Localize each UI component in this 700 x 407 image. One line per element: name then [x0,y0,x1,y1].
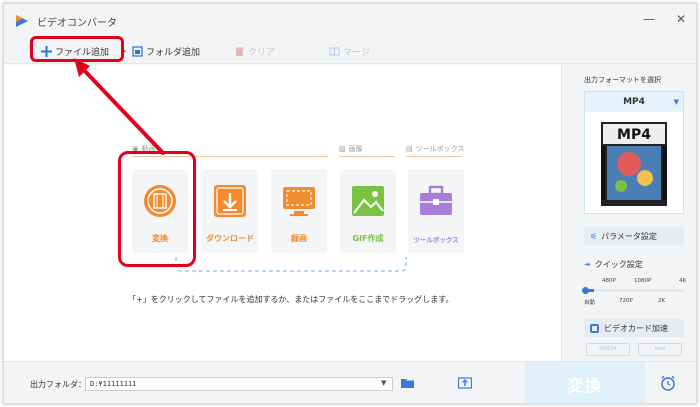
output-format-selector[interactable]: MP4 ▼ MP4 [584,91,684,214]
quality-tick-720p: 720P [619,298,633,304]
nvidia-badge: NVIDIA [586,343,630,356]
folder-export-icon[interactable] [458,377,472,389]
toolbox-icon [420,185,452,215]
category-image: ▨ 画像 [339,144,363,154]
quick-settings-label: クイック設定 [594,260,643,269]
image-category-icon: ▨ [339,145,346,153]
minimize-icon[interactable]: — [640,12,658,26]
close-icon[interactable]: ✕ [672,12,690,26]
sliders-icon: ⚟ [590,231,598,241]
toolbox-card-label: ツールボックス [413,236,459,244]
folder-open-icon[interactable] [401,377,415,389]
chip-icon [590,323,599,333]
quality-tick-4k: 4K [679,278,687,284]
category-toolbox: ▤ ツールボックス [406,144,464,154]
gpu-acceleration-label: ビデオカード加速 [604,323,668,333]
merge-label: マージ [343,47,370,58]
bottom-bar: 出力フォルダ： D:¥11111111 ▼ 変換 [4,361,696,403]
gpu-acceleration-button[interactable]: ビデオカード加速 [584,319,684,337]
chevron-down-icon[interactable]: ▼ [674,92,679,112]
right-panel: 出力フォーマットを選択 MP4 ▼ MP4 ⚟ パラメータ設定 ↠ クイック設定… [561,65,696,361]
mp4-format-icon: MP4 [601,122,667,206]
toolbox-category-icon: ▤ [406,145,413,153]
quick-settings-icon: ↠ [584,260,591,269]
output-format-title: 出力フォーマットを選択 [584,76,661,84]
quality-tick-1080p: 1080P [634,278,652,284]
drop-hint-text: 「+」をクリックしてファイルを追加するか、またはファイルをここまでドラッグします… [128,295,454,304]
output-folder-label: 出力フォルダ： [30,380,86,389]
category-divider [406,156,462,157]
merge-button[interactable]: マージ [329,42,370,60]
screen-record-icon [283,187,315,216]
mp4-format-icon-text: MP4 [617,127,651,143]
gif-card-label: GIF作成 [352,234,384,243]
convert-card-highlight [118,151,196,267]
merge-icon [329,47,340,55]
quality-tick-2k: 2K [658,298,666,304]
record-card[interactable]: 録画 [271,169,327,253]
quality-slider[interactable] [582,287,684,294]
window-title: ビデオコンバータ [37,18,117,29]
convert-button[interactable]: 変換 [525,362,645,403]
title-bar: ビデオコンバータ — ✕ [4,4,696,38]
image-gif-icon [352,186,384,216]
app-logo-icon [16,15,28,27]
selected-format: MP4 [623,97,645,107]
parameter-settings-button[interactable]: ⚟ パラメータ設定 [584,227,684,245]
download-card[interactable]: ダウンロード [202,169,258,253]
clear-button[interactable]: クリア [234,42,275,60]
download-icon [214,185,246,217]
quality-tick-auto: 自動 [584,300,596,306]
chevron-down-icon[interactable]: ▼ [381,379,386,387]
category-toolbox-label: ツールボックス [415,145,465,153]
gif-card[interactable]: GIF作成 [340,169,396,253]
format-dropdown[interactable]: MP4 ▼ [585,92,683,112]
quality-tick-480p: 480P [602,278,616,284]
category-divider [339,156,395,157]
parameter-settings-label: パラメータ設定 [601,231,657,241]
alarm-clock-icon[interactable] [660,375,676,391]
quick-settings-heading: ↠ クイック設定 [584,259,643,270]
clear-label: クリア [248,47,276,58]
output-folder-field[interactable]: D:¥11111111 [85,377,393,391]
quality-slider-handle[interactable] [582,287,589,294]
pointer-arrow-icon [74,58,165,155]
download-card-label: ダウンロード [206,234,254,243]
toolbox-card[interactable]: ツールボックス [408,169,464,253]
drop-zone-outline [175,257,407,272]
trash-icon [235,47,244,56]
category-image-label: 画像 [348,145,363,153]
intel-badge: Intel [638,343,682,356]
record-card-label: 録画 [291,234,307,243]
